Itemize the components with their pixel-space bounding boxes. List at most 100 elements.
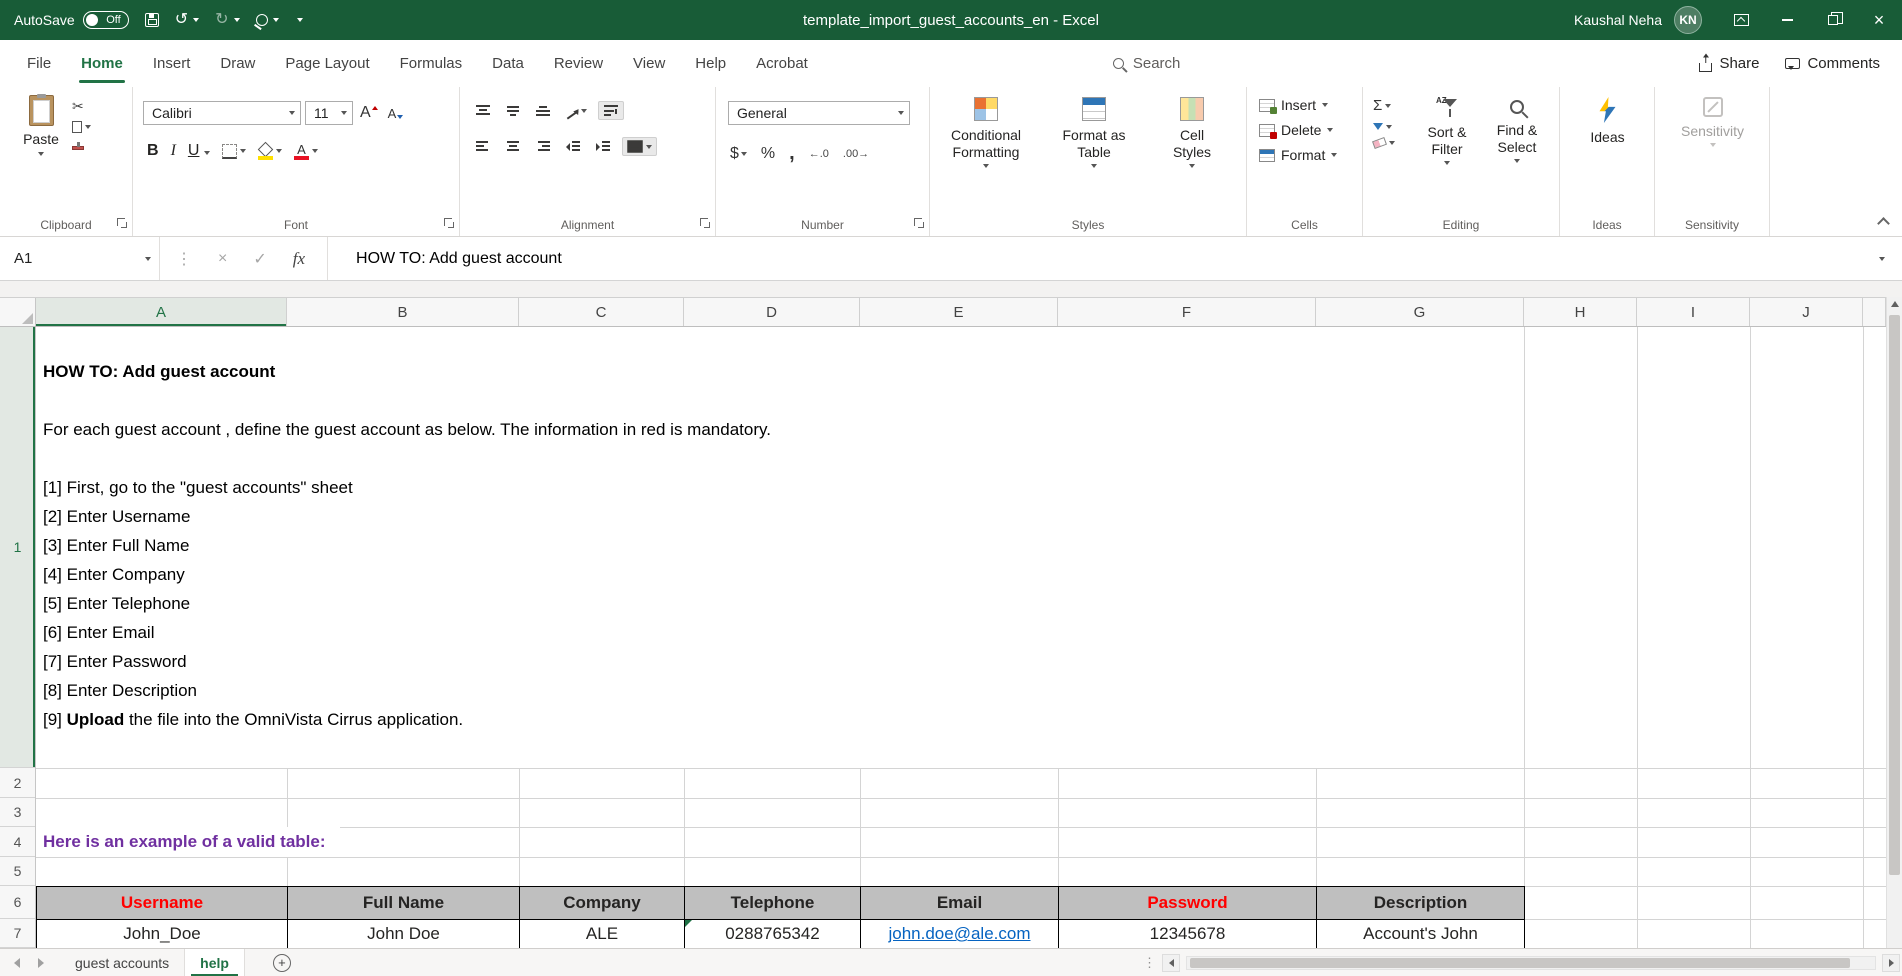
format-as-table-button[interactable]: Format as Table (1042, 97, 1146, 236)
undo-button[interactable]: ↺ (175, 12, 199, 28)
cancel-icon[interactable]: × (218, 250, 227, 268)
ideas-button[interactable]: Ideas (1560, 97, 1655, 146)
tab-formulas[interactable]: Formulas (385, 40, 478, 87)
undo-dropdown-icon[interactable] (193, 18, 199, 22)
sort-filter-button[interactable]: AZ Sort & Filter (1411, 97, 1483, 236)
bold-button[interactable]: B (147, 142, 159, 160)
column-header-a[interactable]: A (36, 298, 287, 326)
column-header-g[interactable]: G (1316, 298, 1524, 326)
scroll-left-button[interactable] (1162, 954, 1180, 972)
accounting-dropdown-icon[interactable] (741, 152, 747, 156)
tab-insert[interactable]: Insert (138, 40, 206, 87)
row-header-1[interactable]: 1 (0, 327, 35, 768)
shrink-font-button[interactable]: A (385, 106, 407, 121)
tab-page-layout[interactable]: Page Layout (270, 40, 384, 87)
underline-dropdown-icon[interactable] (204, 151, 210, 155)
sheet-tab-help[interactable]: help (185, 949, 245, 976)
align-center-button[interactable] (502, 138, 524, 155)
vertical-scroll-thumb[interactable] (1889, 315, 1900, 875)
copy-dropdown-icon[interactable] (85, 125, 91, 129)
conditional-formatting-button[interactable]: Conditional Formatting (930, 97, 1042, 236)
column-header-partial[interactable] (1863, 298, 1886, 326)
column-header-e[interactable]: E (860, 298, 1058, 326)
number-dialog-launcher-icon[interactable] (914, 218, 925, 229)
customize-qat-icon[interactable] (297, 18, 303, 22)
help-text-block[interactable]: HOW TO: Add guest account For each guest… (36, 327, 1516, 734)
share-button[interactable]: Share (1699, 55, 1759, 72)
grow-font-button[interactable]: A (357, 104, 381, 122)
cell-description[interactable]: Account's John (1317, 920, 1525, 948)
align-middle-button[interactable] (502, 102, 524, 119)
borders-dropdown-icon[interactable] (240, 149, 246, 153)
font-color-button[interactable]: A (294, 143, 318, 160)
column-header-i[interactable]: I (1637, 298, 1750, 326)
find-select-button[interactable]: Find & Select (1483, 97, 1551, 236)
header-password[interactable]: Password (1059, 887, 1317, 920)
font-color-dropdown-icon[interactable] (312, 149, 318, 153)
format-painter-button[interactable] (72, 141, 84, 150)
scroll-up-icon[interactable] (1891, 301, 1899, 307)
align-top-button[interactable] (472, 102, 494, 119)
row-header-3[interactable]: 3 (0, 798, 35, 827)
tab-acrobat[interactable]: Acrobat (741, 40, 823, 87)
scroll-right-button[interactable] (1882, 954, 1900, 972)
header-telephone[interactable]: Telephone (685, 887, 861, 920)
insert-function-icon[interactable]: fx (293, 249, 305, 269)
loop-dropdown-icon[interactable] (273, 18, 279, 22)
tab-view[interactable]: View (618, 40, 680, 87)
clear-button[interactable] (1373, 139, 1411, 147)
cell-telephone[interactable]: 0288765342 (685, 920, 861, 948)
font-size-dropdown-icon[interactable] (341, 111, 347, 115)
borders-button[interactable] (222, 144, 246, 159)
close-button[interactable]: × (1856, 0, 1902, 40)
increase-indent-button[interactable] (592, 138, 614, 155)
align-right-button[interactable] (532, 138, 554, 155)
fill-button[interactable] (1373, 123, 1411, 130)
insert-cells-button[interactable]: Insert (1259, 97, 1362, 113)
drag-handle-icon[interactable]: ⋮ (176, 249, 192, 269)
cell-username[interactable]: John_Doe (37, 920, 288, 948)
row-header-6[interactable]: 6 (0, 886, 35, 919)
row-header-7[interactable]: 7 (0, 919, 35, 948)
fill-dropdown-icon[interactable] (1386, 125, 1392, 129)
email-link[interactable]: john.doe@ale.com (888, 924, 1030, 944)
worksheet-grid[interactable]: 1 2 3 4 5 6 7 HOW TO: Add guest account … (0, 327, 1886, 948)
paste-dropdown-icon[interactable] (38, 152, 44, 156)
redo-dropdown-icon[interactable] (234, 18, 240, 22)
row-header-5[interactable]: 5 (0, 857, 35, 886)
cut-button[interactable]: ✂ (72, 99, 84, 113)
fill-color-dropdown-icon[interactable] (276, 149, 282, 153)
sort-filter-dropdown-icon[interactable] (1444, 161, 1450, 165)
alignment-dialog-launcher-icon[interactable] (700, 218, 711, 229)
redo-button[interactable]: ↻ (215, 12, 239, 28)
header-username[interactable]: Username (37, 887, 288, 920)
header-email[interactable]: Email (861, 887, 1059, 920)
percent-style-button[interactable]: % (761, 145, 775, 163)
orientation-button[interactable] (562, 102, 590, 120)
cell-password[interactable]: 12345678 (1059, 920, 1317, 948)
decrease-decimal-button[interactable]: .00→ (843, 148, 869, 160)
header-description[interactable]: Description (1317, 887, 1525, 920)
previous-sheet-icon[interactable] (14, 958, 20, 968)
align-left-button[interactable] (472, 138, 494, 155)
horizontal-scroll-track[interactable] (1186, 956, 1876, 970)
delete-cells-button[interactable]: Delete (1259, 122, 1362, 138)
column-header-d[interactable]: D (684, 298, 860, 326)
fill-color-button[interactable] (258, 144, 282, 159)
enter-icon[interactable]: ✓ (253, 249, 266, 269)
wrap-text-button[interactable] (598, 101, 624, 120)
horizontal-scrollbar[interactable]: ⋮ (1143, 949, 1902, 976)
cell-company[interactable]: ALE (520, 920, 685, 948)
paste-button[interactable]: Paste (12, 95, 70, 236)
format-dropdown-icon[interactable] (1331, 153, 1337, 157)
merge-center-button[interactable] (622, 137, 657, 156)
decrease-indent-button[interactable] (562, 138, 584, 155)
loop-button[interactable] (256, 14, 279, 26)
tab-help[interactable]: Help (680, 40, 741, 87)
format-as-table-dropdown-icon[interactable] (1091, 164, 1097, 168)
column-header-f[interactable]: F (1058, 298, 1316, 326)
ribbon-display-options-button[interactable] (1718, 0, 1764, 40)
tab-review[interactable]: Review (539, 40, 618, 87)
column-header-c[interactable]: C (519, 298, 684, 326)
cell-styles-dropdown-icon[interactable] (1189, 164, 1195, 168)
